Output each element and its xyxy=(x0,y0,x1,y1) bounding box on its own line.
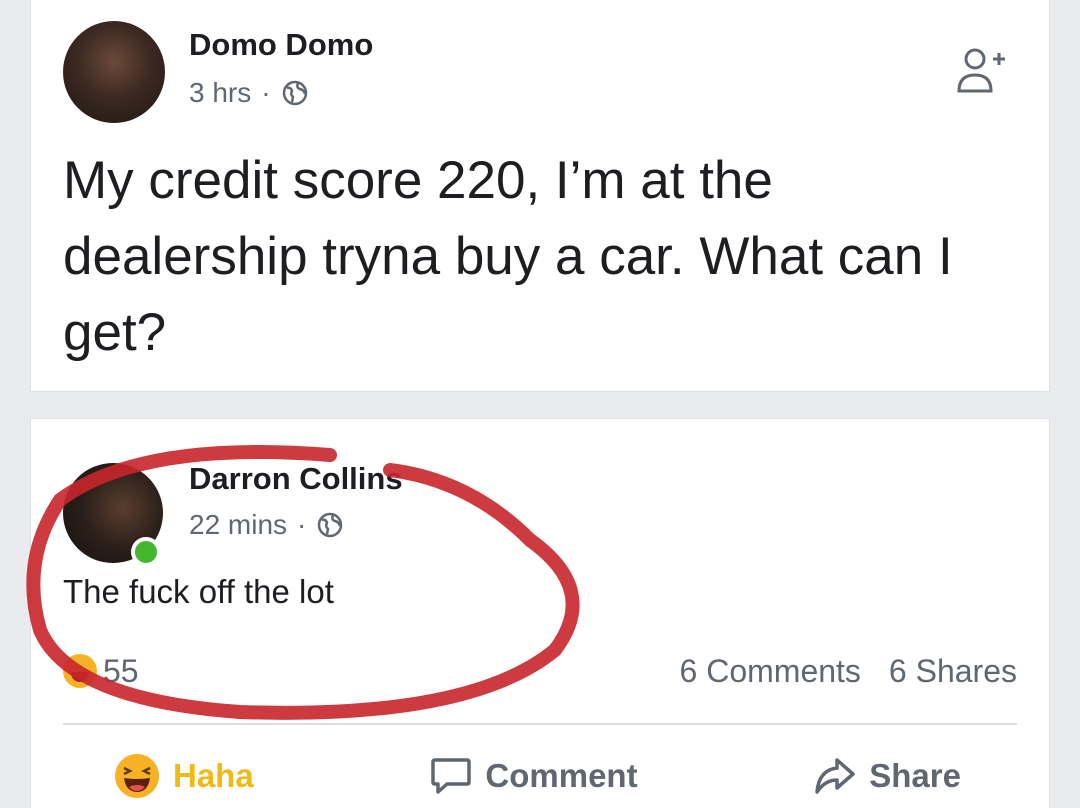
globe-icon xyxy=(282,80,307,106)
stats-row: 55 6 Comments 6 Shares xyxy=(63,651,1017,691)
post-meta: 3 hrs · xyxy=(189,77,309,109)
post-text: My credit score 220, I’m at the dealersh… xyxy=(63,151,953,362)
haha-icon xyxy=(115,754,159,798)
action-bar: Haha Comment Share xyxy=(63,749,1017,803)
comment-button[interactable]: Comment xyxy=(429,754,638,798)
post-time[interactable]: 3 hrs xyxy=(189,77,251,109)
author-name[interactable]: Domo Domo xyxy=(189,27,373,63)
commenter-name[interactable]: Darron Collins xyxy=(189,461,403,497)
comment-label: Comment xyxy=(485,757,638,794)
shares-count[interactable]: 6 Shares xyxy=(889,653,1017,690)
comment-icon xyxy=(431,758,472,794)
add-friend-icon[interactable] xyxy=(955,45,1007,97)
meta-separator: · xyxy=(261,77,271,108)
haha-label: Haha xyxy=(173,757,254,794)
comment-post-card: Darron Collins 22 mins · The fuck off th… xyxy=(30,418,1050,808)
online-status-indicator xyxy=(131,537,161,567)
reaction-summary[interactable]: 55 xyxy=(63,653,139,690)
meta-separator: · xyxy=(297,509,307,540)
engagement-stats: 6 Comments 6 Shares xyxy=(680,653,1017,690)
share-label: Share xyxy=(869,757,961,794)
haha-button[interactable]: Haha xyxy=(113,752,254,800)
reaction-count: 55 xyxy=(103,652,139,689)
comment-text: The fuck off the lot xyxy=(63,573,334,610)
comment-time[interactable]: 22 mins xyxy=(189,509,287,541)
share-icon xyxy=(815,758,856,794)
divider xyxy=(63,723,1017,725)
share-button[interactable]: Share xyxy=(813,754,961,798)
globe-icon xyxy=(318,512,343,538)
commenter-avatar[interactable] xyxy=(63,463,163,567)
original-post-card: Domo Domo 3 hrs · My credit score 220, I… xyxy=(30,0,1050,392)
comments-count[interactable]: 6 Comments xyxy=(680,653,861,690)
author-avatar[interactable] xyxy=(63,21,165,123)
haha-reaction-icon xyxy=(63,654,97,688)
comment-meta: 22 mins · xyxy=(189,509,344,541)
